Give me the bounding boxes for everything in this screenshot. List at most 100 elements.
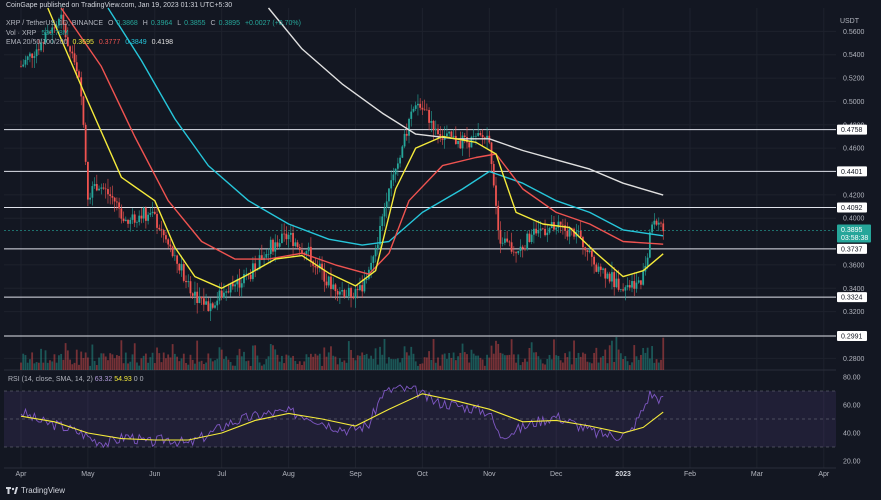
symbol-label[interactable]: XRP / TetherUS, 1D, BINANCE: [6, 20, 103, 27]
chart-canvas[interactable]: 0.28000.32000.34000.36000.40000.42000.46…: [0, 0, 881, 500]
currency-label: USDT: [840, 18, 859, 25]
volume-bar: [230, 362, 232, 370]
volume-bar: [417, 366, 419, 370]
candle-body: [107, 189, 109, 194]
volume-bar: [125, 353, 127, 370]
candle-body: [482, 135, 484, 137]
candle-body: [268, 254, 270, 255]
volume-bar: [468, 363, 470, 370]
volume-bar: [239, 349, 241, 370]
volume-bars: [20, 337, 664, 370]
candle-body: [497, 206, 499, 230]
level-label: 0.4092: [841, 205, 863, 212]
volume-bar: [508, 355, 510, 370]
candle-body: [270, 240, 272, 254]
volume-bar: [504, 355, 506, 370]
candle-body: [591, 251, 593, 257]
candle-body: [580, 231, 582, 237]
volume-bar: [656, 359, 658, 370]
volume-bar: [350, 350, 352, 370]
volume-label[interactable]: Vol · XRP: [6, 30, 36, 37]
candle-body: [138, 216, 140, 222]
ema-label[interactable]: EMA 20/50/100/200: [6, 39, 68, 46]
volume-bar: [174, 354, 176, 370]
volume-bar: [529, 348, 531, 370]
candle-body: [310, 247, 312, 262]
volume-bar: [192, 360, 194, 370]
volume-bar: [236, 355, 238, 370]
candle-body: [500, 230, 502, 243]
candle-body: [589, 251, 591, 252]
volume-bar: [517, 354, 519, 370]
candle-body: [430, 121, 432, 123]
candle-body: [426, 110, 428, 111]
volume-bar: [270, 344, 272, 370]
candle-body: [158, 228, 160, 229]
volume-bar: [170, 357, 172, 370]
volume-bar: [274, 349, 276, 370]
candle-body: [658, 223, 660, 225]
candle-body: [161, 229, 163, 230]
volume-bar: [199, 362, 201, 370]
volume-bar: [393, 359, 395, 370]
volume-bar: [595, 348, 597, 370]
candle-body: [662, 223, 664, 231]
volume-bar: [254, 345, 256, 370]
candle-body: [457, 141, 459, 144]
candle-body: [388, 188, 390, 201]
candle-body: [105, 189, 107, 190]
candle-body: [350, 288, 352, 297]
volume-bar: [482, 359, 484, 370]
candle-body: [377, 244, 379, 249]
volume-bar: [98, 358, 100, 370]
candle-body: [221, 291, 223, 298]
volume-bar: [613, 362, 615, 370]
volume-bar: [25, 355, 27, 370]
ema200-value: 0.4198: [152, 39, 173, 46]
candle-body: [120, 208, 122, 218]
volume-bar: [116, 355, 118, 370]
candle-body: [38, 49, 40, 50]
candle-body: [116, 202, 118, 203]
candle-body: [437, 129, 439, 134]
volume-bar: [584, 354, 586, 370]
volume-bar: [294, 361, 296, 370]
volume-bar: [558, 356, 560, 370]
candle-body: [468, 142, 470, 147]
volume-bar: [62, 360, 64, 370]
rsi-label[interactable]: RSI (14, close, SMA, 14, 2): [8, 376, 93, 383]
ema100-line: [108, 8, 663, 245]
candle-body: [346, 296, 348, 297]
candle-body: [582, 237, 584, 247]
candle-body: [370, 263, 372, 270]
level-label: 0.4401: [841, 169, 863, 176]
volume-bar: [477, 356, 479, 370]
volume-bar: [611, 341, 613, 370]
volume-bar: [355, 360, 357, 370]
volume-bar: [471, 350, 473, 370]
volume-bar: [326, 357, 328, 370]
price-tick-label: 0.2800: [843, 356, 865, 363]
volume-bar: [604, 350, 606, 370]
low-value: 0.3855: [184, 20, 205, 27]
rsi-tick-label: 60.00: [843, 403, 861, 410]
candle-body: [366, 279, 368, 280]
candle-body: [201, 297, 203, 298]
candle-body: [314, 266, 316, 267]
volume-bar: [87, 358, 89, 370]
volume-bar: [96, 365, 98, 370]
volume-bar: [540, 359, 542, 370]
candle-body: [127, 220, 129, 224]
candle-body: [225, 291, 227, 292]
volume-bar: [219, 347, 221, 370]
candle-body: [272, 240, 274, 252]
volume-bar: [466, 354, 468, 370]
candle-body: [638, 280, 640, 282]
candle-body: [185, 281, 187, 282]
candle-body: [33, 56, 35, 58]
volume-bar: [306, 354, 308, 370]
open-value: 0.3868: [116, 20, 137, 27]
price-tick-label: 0.4200: [843, 192, 865, 199]
candle-body: [178, 264, 180, 271]
candle-body: [379, 226, 381, 244]
